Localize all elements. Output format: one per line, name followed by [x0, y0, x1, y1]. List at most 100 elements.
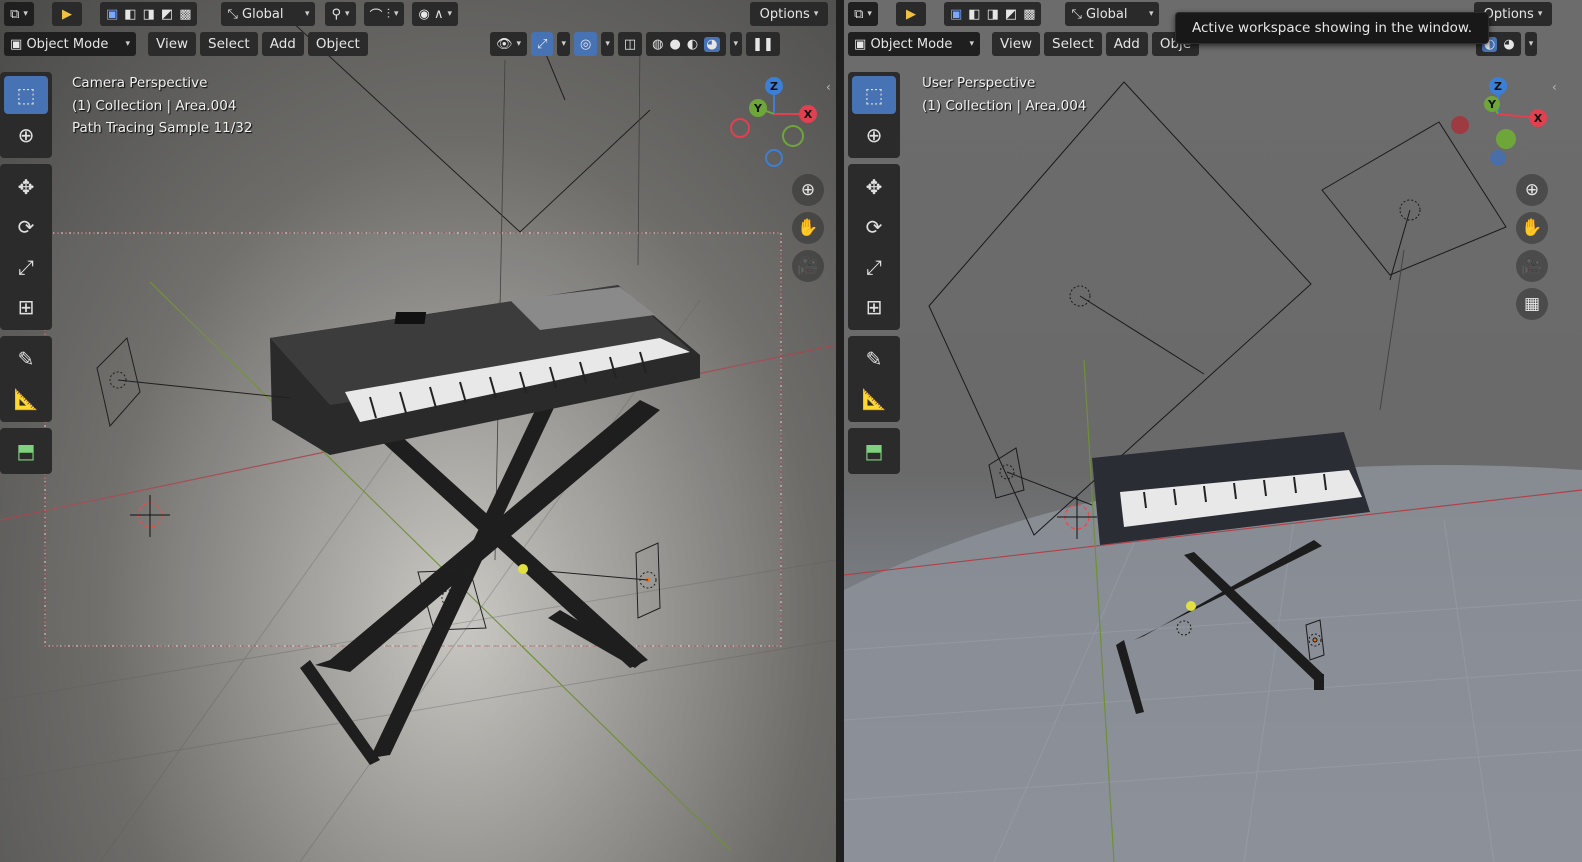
options-dropdown[interactable]: Options ▾ [750, 2, 828, 26]
camera-view-button[interactable]: 🎥 [1516, 250, 1548, 282]
navigation-gizmo[interactable]: Z Y X [1448, 72, 1548, 172]
visibility-dropdown[interactable]: 👁 ▾ [490, 32, 528, 56]
snap-group[interactable]: ⌒ ⫶ ▾ [363, 2, 405, 26]
pause-render-button[interactable]: ❚❚ [746, 32, 780, 56]
move-tool-icon: ✥ [865, 175, 883, 199]
select-subtract-icon[interactable]: ◨ [987, 7, 999, 22]
rotate-tool-button[interactable]: ⟳ [852, 208, 896, 246]
add-cube-tool-button[interactable]: ⬒ [4, 432, 48, 470]
move-tool-button[interactable]: ✥ [4, 168, 48, 206]
pan-button[interactable]: ✋ [1516, 212, 1548, 244]
measure-tool-icon: 📐 [13, 387, 39, 411]
rendered-icon[interactable]: ◕ [1503, 37, 1514, 52]
visibility-icon: 👁 [496, 36, 513, 52]
select-tool-button[interactable]: ⬚ [4, 76, 48, 114]
select-invert-icon[interactable]: ◩ [161, 7, 173, 22]
viewport-camera[interactable]: ⧉ ▾ ▶ ▣ ◧ ◨ ◩ ▩ ⤡ Global ▾ ⚲ ▾ ⌒ ⫶ ▾ ◉ ∧ ▾ O… [0, 0, 836, 862]
editor-type-icon[interactable]: ⧉ ▾ [848, 2, 878, 26]
camera-view-icon: 🎥 [797, 256, 819, 276]
cursor-tool-button[interactable]: ⊕ [4, 116, 48, 154]
menu-add[interactable]: Add [261, 32, 304, 56]
menu-select[interactable]: Select [1044, 32, 1102, 56]
snap-icon[interactable]: ⌒ [370, 5, 383, 24]
gizmo-z-label: Z [1494, 80, 1502, 93]
transform-tool-button[interactable]: ⊞ [852, 288, 896, 326]
select-extend-icon[interactable]: ◧ [124, 7, 136, 22]
ortho-toggle-button[interactable]: ▦ [1516, 288, 1548, 320]
select-intersect-icon[interactable]: ▩ [179, 7, 191, 22]
zoom-icon: ⊕ [1524, 180, 1540, 200]
pan-button[interactable]: ✋ [792, 212, 824, 244]
transform-tool-button[interactable]: ⊞ [4, 288, 48, 326]
material-icon[interactable]: ◐ [687, 37, 698, 52]
transform-orientation-dropdown[interactable]: ⤡ Global ▾ [221, 2, 316, 26]
proportional-group[interactable]: ◉ ∧ ▾ [412, 2, 459, 26]
select-intersect-icon[interactable]: ▩ [1023, 7, 1035, 22]
zoom-button[interactable]: ⊕ [792, 174, 824, 206]
editor-type-icon[interactable]: ⧉ ▾ [4, 2, 34, 26]
render-sample-info: Path Tracing Sample 11/32 [72, 120, 253, 136]
shading-group[interactable]: ◍ ● ◐ ◕ [646, 32, 726, 56]
overlay-dropdown[interactable]: ▾ [601, 32, 614, 56]
object-mode-icon: ▣ [10, 36, 23, 52]
select-mode-group[interactable]: ▣ ◧ ◨ ◩ ▩ [100, 2, 198, 26]
rotate-tool-button[interactable]: ⟳ [4, 208, 48, 246]
measure-tool-button[interactable]: 📐 [4, 380, 48, 418]
scale-tool-button[interactable]: ⤢ [4, 248, 48, 286]
shading-dropdown[interactable]: ▾ [729, 32, 743, 56]
collection-info: (1) Collection | Area.004 [922, 97, 1087, 114]
select-invert-icon[interactable]: ◩ [1005, 7, 1017, 22]
wireframe-icon[interactable]: ◍ [652, 37, 663, 52]
select-tool-icon[interactable]: ▶ [896, 2, 926, 26]
falloff-icon[interactable]: ∧ [434, 7, 444, 22]
camera-view-button[interactable]: 🎥 [792, 250, 824, 282]
menu-object[interactable]: Object [307, 32, 368, 56]
add-cube-tool-button[interactable]: ⬒ [852, 432, 896, 470]
rendered-icon[interactable]: ◕ [704, 36, 720, 52]
annotate-tool-button[interactable]: ✎ [852, 340, 896, 378]
xray-toggle[interactable]: ◫ [617, 32, 643, 56]
measure-tool-button[interactable]: 📐 [852, 380, 896, 418]
annotate-tool-icon: ✎ [865, 347, 883, 371]
select-box-icon[interactable]: ▣ [950, 7, 962, 22]
gizmo-toggle[interactable]: ⤢ [531, 32, 554, 56]
transform-orientation-dropdown[interactable]: ⤡ Global ▾ [1065, 2, 1160, 26]
area-divider[interactable] [836, 0, 844, 862]
gizmo-x-label: X [1534, 112, 1543, 125]
snap-target-icon[interactable]: ⫶ [387, 7, 390, 22]
viewport-user[interactable]: ⧉ ▾ ▶ ▣ ◧ ◨ ◩ ▩ ⤡ Global ▾ Options ▾ ▣ Obj… [844, 0, 1582, 862]
menu-view[interactable]: View [148, 32, 197, 56]
scale-tool-icon: ⤢ [18, 255, 34, 279]
menu-add[interactable]: Add [1105, 32, 1148, 56]
gizmo-dropdown[interactable]: ▾ [557, 32, 570, 56]
sidebar-collapse-arrow[interactable]: ‹ [1552, 80, 1562, 96]
mode-dropdown[interactable]: ▣ Object Mode ▾ [848, 32, 980, 56]
zoom-button[interactable]: ⊕ [1516, 174, 1548, 206]
measure-tool-icon: 📐 [861, 387, 887, 411]
select-extend-icon[interactable]: ◧ [968, 7, 980, 22]
scale-tool-button[interactable]: ⤢ [852, 248, 896, 286]
select-tool-icon[interactable]: ▶ [52, 2, 82, 26]
view-name: Camera Perspective [72, 75, 208, 91]
select-mode-group[interactable]: ▣ ◧ ◨ ◩ ▩ [944, 2, 1042, 26]
collection-info: (1) Collection | Area.004 [72, 97, 237, 114]
cursor-tool-button[interactable]: ⊕ [852, 116, 896, 154]
proportional-edit-icon[interactable]: ◉ [418, 7, 429, 22]
options-label: Options [759, 6, 810, 22]
select-tool-button[interactable]: ⬚ [852, 76, 896, 114]
select-box-icon[interactable]: ▣ [106, 7, 118, 22]
solid-icon[interactable]: ● [670, 37, 681, 52]
sidebar-collapse-arrow[interactable]: ‹ [826, 80, 836, 96]
cursor-tool-icon: ⊕ [17, 123, 35, 147]
annotate-tool-button[interactable]: ✎ [4, 340, 48, 378]
navigation-gizmo[interactable]: Z Y X [724, 72, 824, 172]
shading-dropdown[interactable]: ▾ [1524, 32, 1538, 56]
pivot-dropdown[interactable]: ⚲ ▾ [325, 2, 356, 26]
gizmo-icon: ⤢ [537, 36, 548, 52]
overlay-toggle[interactable]: ◎ [573, 32, 598, 56]
menu-select[interactable]: Select [200, 32, 258, 56]
select-subtract-icon[interactable]: ◨ [143, 7, 155, 22]
menu-view[interactable]: View [992, 32, 1041, 56]
move-tool-button[interactable]: ✥ [852, 168, 896, 206]
mode-dropdown[interactable]: ▣ Object Mode ▾ [4, 32, 136, 56]
